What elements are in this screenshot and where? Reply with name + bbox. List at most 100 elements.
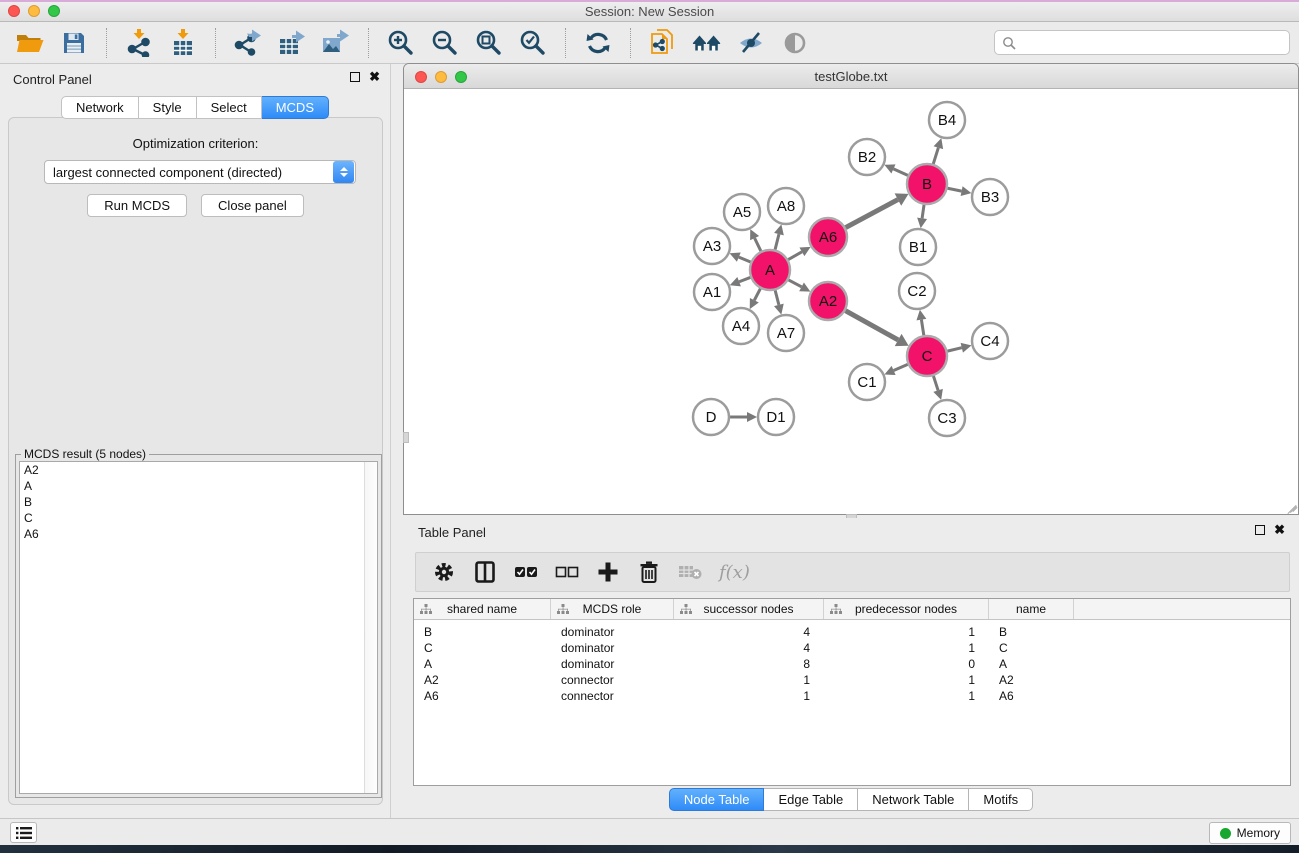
tab-edge-table[interactable]: Edge Table xyxy=(764,788,858,811)
float-table-panel-icon[interactable] xyxy=(1255,525,1265,535)
table-row[interactable]: Adominator80A xyxy=(414,656,1290,672)
export-image-icon[interactable] xyxy=(321,28,351,58)
graph-node-A2[interactable]: A2 xyxy=(809,282,847,320)
tab-node-table[interactable]: Node Table xyxy=(669,788,765,811)
graph-node-A6[interactable]: A6 xyxy=(809,218,847,256)
network-graph[interactable]: B4 B2 B B3 A8A5 A6 B1 A3 A C2 A1 A2 A4A7 C4 C C1 C3 D D1 xyxy=(404,89,1298,514)
graph-edge-C-C1[interactable] xyxy=(894,364,908,370)
mcds-result-item[interactable]: A xyxy=(20,478,377,494)
show-columns-icon[interactable] xyxy=(473,560,497,584)
graph-edge-A-A2[interactable] xyxy=(789,280,802,287)
graph-node-B1[interactable]: B1 xyxy=(900,229,936,265)
graph-edge-A2-C[interactable] xyxy=(845,311,898,340)
import-table-icon[interactable] xyxy=(168,28,198,58)
refresh-icon[interactable] xyxy=(583,28,613,58)
export-table-icon[interactable] xyxy=(277,28,307,58)
close-table-panel-icon[interactable]: ✖ xyxy=(1274,525,1285,535)
graph-edge-C-C3[interactable] xyxy=(933,376,938,390)
graph-node-C1[interactable]: C1 xyxy=(849,364,885,400)
zoom-in-icon[interactable] xyxy=(386,28,416,58)
mcds-result-list[interactable]: A2ABCA6 xyxy=(19,461,378,794)
search-input[interactable] xyxy=(1021,36,1289,50)
graph-edge-A-A6[interactable] xyxy=(788,252,802,260)
graph-edge-B-B1[interactable] xyxy=(922,205,924,219)
zoom-fit-icon[interactable] xyxy=(474,28,504,58)
column-header-successor-nodes[interactable]: successor nodes xyxy=(674,599,824,619)
graph-edge-B-B4[interactable] xyxy=(933,148,938,164)
open-session-icon[interactable] xyxy=(15,28,45,58)
graph-node-B2[interactable]: B2 xyxy=(849,139,885,175)
column-header-predecessor-nodes[interactable]: predecessor nodes xyxy=(824,599,989,619)
network-canvas[interactable]: B4 B2 B B3 A8A5 A6 B1 A3 A C2 A1 A2 A4A7 C4 C C1 C3 D D1 xyxy=(404,89,1298,514)
graph-edge-B-B2[interactable] xyxy=(893,169,907,175)
settings-gear-icon[interactable] xyxy=(432,560,456,584)
close-panel-icon[interactable]: ✖ xyxy=(369,72,380,82)
tab-select[interactable]: Select xyxy=(197,96,262,119)
table-row[interactable]: Cdominator41C xyxy=(414,640,1290,656)
first-neighbors-icon[interactable] xyxy=(692,28,722,58)
list-scrollbar[interactable] xyxy=(364,462,377,793)
run-mcds-button[interactable]: Run MCDS xyxy=(87,194,187,217)
search-field[interactable] xyxy=(994,30,1290,55)
graph-edge-C-C2[interactable] xyxy=(921,320,923,336)
unselect-all-columns-icon[interactable] xyxy=(555,560,579,584)
graph-edge-A6-B[interactable] xyxy=(846,200,898,228)
graph-node-A1[interactable]: A1 xyxy=(694,274,730,310)
float-panel-icon[interactable] xyxy=(350,72,360,82)
graph-node-B3[interactable]: B3 xyxy=(972,179,1008,215)
split-handle-vertical[interactable] xyxy=(403,432,409,443)
graph-node-C2[interactable]: C2 xyxy=(899,273,935,309)
select-all-columns-icon[interactable] xyxy=(514,560,538,584)
graph-edge-A-A1[interactable] xyxy=(739,277,750,281)
graph-node-A7[interactable]: A7 xyxy=(768,315,804,351)
graph-node-B4[interactable]: B4 xyxy=(929,102,965,138)
mcds-result-item[interactable]: C xyxy=(20,510,377,526)
tab-mcds[interactable]: MCDS xyxy=(262,96,329,119)
graph-edge-A-A5[interactable] xyxy=(755,238,761,251)
tab-network-table[interactable]: Network Table xyxy=(858,788,969,811)
column-header-MCDS-role[interactable]: MCDS role xyxy=(551,599,674,619)
mcds-result-item[interactable]: A6 xyxy=(20,526,377,542)
graph-node-A[interactable]: A xyxy=(750,250,790,290)
graph-node-A4[interactable]: A4 xyxy=(723,308,759,344)
show-all-icon[interactable] xyxy=(780,28,810,58)
memory-button[interactable]: Memory xyxy=(1209,822,1291,844)
zoom-out-icon[interactable] xyxy=(430,28,460,58)
graph-node-C4[interactable]: C4 xyxy=(972,323,1008,359)
column-header-name[interactable]: name xyxy=(989,599,1074,619)
graph-node-D1[interactable]: D1 xyxy=(758,399,794,435)
graph-edge-A-A7[interactable] xyxy=(775,290,779,305)
task-history-button[interactable] xyxy=(10,822,37,843)
column-header-shared-name[interactable]: shared name xyxy=(414,599,551,619)
graph-edge-A-A8[interactable] xyxy=(775,234,779,249)
delete-column-icon[interactable] xyxy=(637,560,661,584)
mcds-result-item[interactable]: B xyxy=(20,494,377,510)
zoom-selected-icon[interactable] xyxy=(518,28,548,58)
graph-edge-C-C4[interactable] xyxy=(947,348,961,351)
close-panel-button[interactable]: Close panel xyxy=(201,194,304,217)
graph-node-C3[interactable]: C3 xyxy=(929,400,965,436)
tab-motifs[interactable]: Motifs xyxy=(969,788,1033,811)
table-row[interactable]: Bdominator41B xyxy=(414,624,1290,640)
table-row[interactable]: A2connector11A2 xyxy=(414,672,1290,688)
save-session-icon[interactable] xyxy=(59,28,89,58)
import-network-icon[interactable] xyxy=(124,28,154,58)
add-column-icon[interactable] xyxy=(596,560,620,584)
graph-edge-A-A4[interactable] xyxy=(754,289,760,301)
graph-node-A3[interactable]: A3 xyxy=(694,228,730,264)
new-network-from-selection-icon[interactable] xyxy=(648,28,678,58)
graph-node-C[interactable]: C xyxy=(907,336,947,376)
network-window-titlebar[interactable]: testGlobe.txt xyxy=(404,64,1298,89)
graph-edge-B-B3[interactable] xyxy=(948,188,962,191)
graph-node-A5[interactable]: A5 xyxy=(724,194,760,230)
graph-node-B[interactable]: B xyxy=(907,164,947,204)
tab-network[interactable]: Network xyxy=(61,96,139,119)
graph-edge-A-A3[interactable] xyxy=(739,257,751,262)
hide-selected-icon[interactable] xyxy=(736,28,766,58)
tab-style[interactable]: Style xyxy=(139,96,197,119)
table-row[interactable]: A6connector11A6 xyxy=(414,688,1290,704)
window-resize-grip[interactable] xyxy=(1284,500,1296,512)
graph-node-D[interactable]: D xyxy=(693,399,729,435)
optimization-criterion-dropdown[interactable]: largest connected component (directed) xyxy=(44,160,356,184)
graph-node-A8[interactable]: A8 xyxy=(768,188,804,224)
